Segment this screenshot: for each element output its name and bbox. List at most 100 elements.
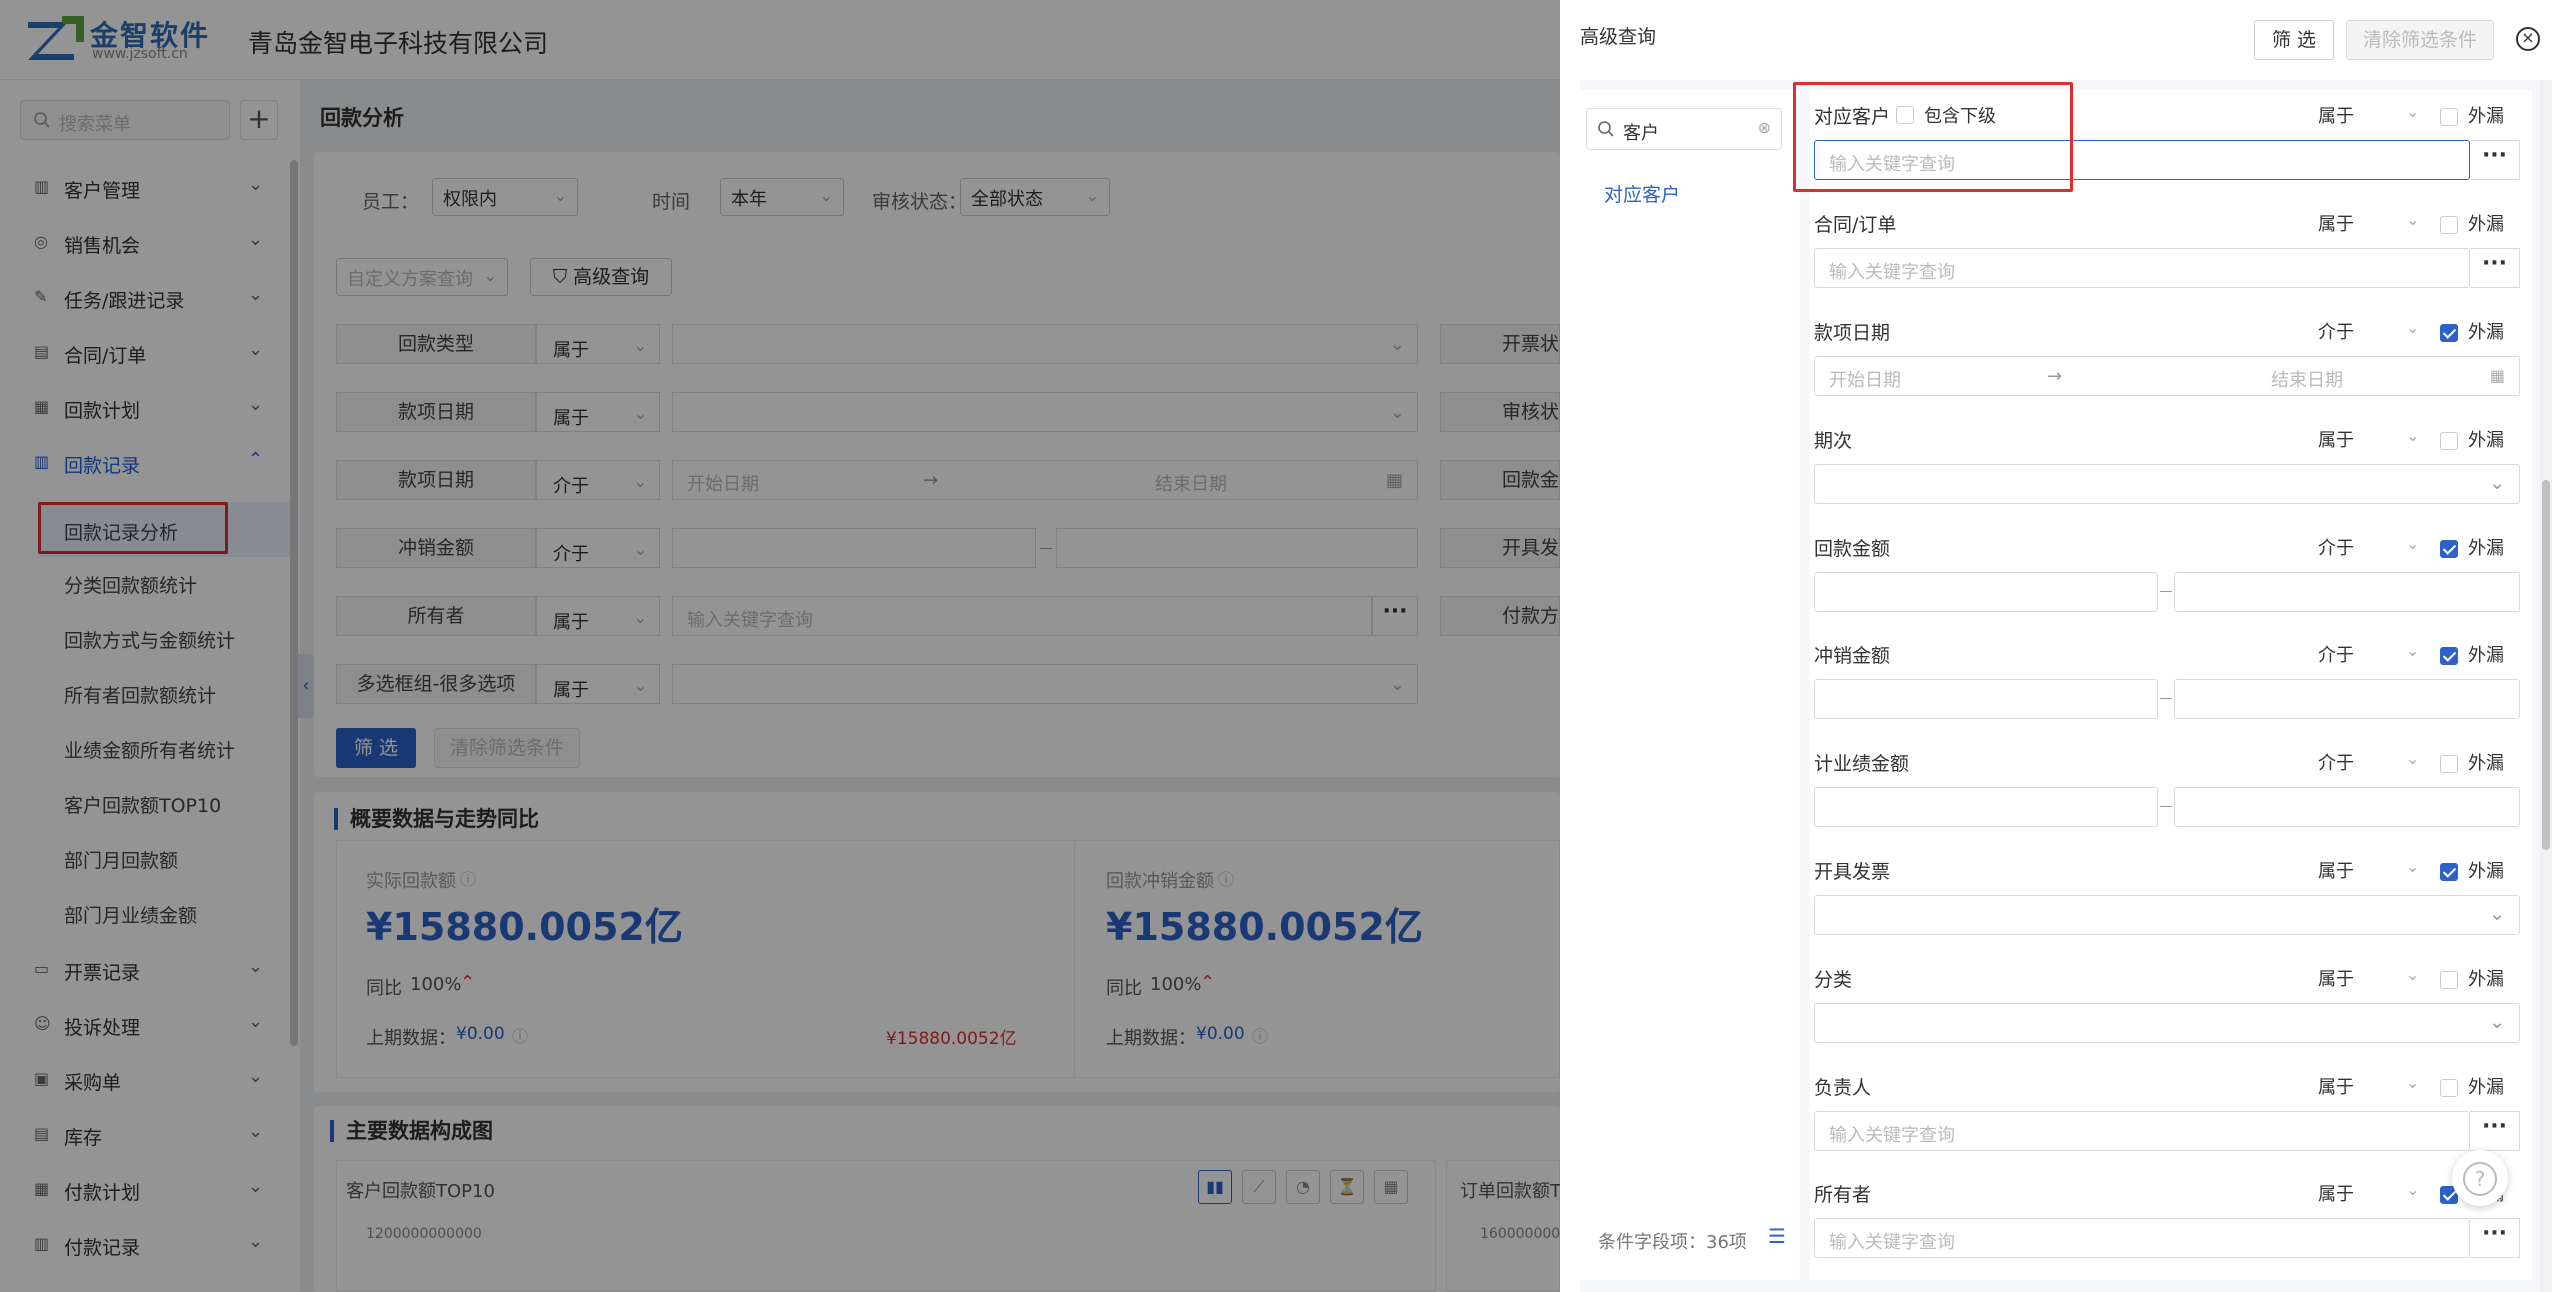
field-owner: 所有者 属于⌄ 外漏 输入关键字查询 ··· <box>1814 1180 2520 1264</box>
field-label: 负责人 <box>1814 1077 1872 1099</box>
field-invoice: 开具发票 属于 ⌄ 外漏 ⌄ <box>1814 857 2520 941</box>
keyword-input[interactable]: 输入关键字查询 <box>1814 248 2470 288</box>
modal-overlay[interactable] <box>0 0 1560 1292</box>
date-range-input[interactable]: 开始日期 → 结束日期 ▦ <box>1814 356 2520 396</box>
expose-checkbox[interactable] <box>2440 971 2458 989</box>
keyword-input[interactable]: 输入关键字查询 <box>1814 1218 2470 1258</box>
more-dots-button[interactable]: ··· <box>2470 140 2520 180</box>
field-label: 合同/订单 <box>1814 214 1897 236</box>
expose-label: 外漏 <box>2468 430 2504 451</box>
range-min-input[interactable] <box>1814 572 2158 612</box>
field-label: 期次 <box>1814 430 1853 452</box>
field-operator[interactable]: 介于 ⌄ <box>2318 749 2419 775</box>
range-min-input[interactable] <box>1814 679 2158 719</box>
chevron-down-icon: ⌄ <box>2406 102 2420 121</box>
expose-checkbox[interactable] <box>2440 647 2458 665</box>
range-max-input[interactable] <box>2174 572 2520 612</box>
search-icon <box>1598 121 1614 137</box>
expose-label: 外漏 <box>2468 106 2504 127</box>
field-payment-amount: 回款金额 介于 ⌄ 外漏 <box>1814 534 2520 618</box>
expose-checkbox[interactable] <box>2440 1079 2458 1097</box>
drawer-header: 高级查询 筛 选 清除筛选条件 × <box>1560 0 2560 80</box>
field-label: 开具发票 <box>1814 861 1891 883</box>
expose-checkbox[interactable] <box>2440 432 2458 450</box>
field-label: 回款金额 <box>1814 538 1891 560</box>
expose-label: 外漏 <box>2468 969 2504 990</box>
field-contract: 合同/订单 属于 ⌄ 外漏 输入关键字查询 ··· <box>1814 210 2520 294</box>
range-min-input[interactable] <box>1814 787 2158 827</box>
range-separator <box>2160 591 2172 592</box>
field-label: 计业绩金额 <box>1814 753 1910 775</box>
field-label: 款项日期 <box>1814 322 1891 344</box>
clear-input-icon[interactable]: ⊗ <box>1758 118 1771 137</box>
invoice-select[interactable]: ⌄ <box>1814 895 2520 935</box>
field-operator[interactable]: 介于 ⌄ <box>2318 318 2419 344</box>
expose-label: 外漏 <box>2468 645 2504 666</box>
chevron-down-icon: ⌄ <box>2489 1011 2505 1033</box>
field-operator[interactable]: 属于 ⌄ <box>2318 857 2419 883</box>
drawer-scrollbar-thumb[interactable] <box>2542 480 2550 850</box>
help-float-button[interactable]: ? <box>2452 1150 2508 1206</box>
expose-checkbox[interactable] <box>2440 324 2458 342</box>
field-operator[interactable]: 属于 ⌄ <box>2318 1073 2419 1099</box>
field-search-input[interactable]: 客户 ⊗ <box>1586 108 1782 150</box>
chevron-down-icon: ⌄ <box>2406 1073 2420 1092</box>
arrow-right-icon: → <box>2047 366 2063 387</box>
expose-label: 外漏 <box>2468 753 2504 774</box>
calendar-icon: ▦ <box>2489 366 2505 385</box>
expose-label: 外漏 <box>2468 1077 2504 1098</box>
chevron-down-icon: ⌄ <box>2406 426 2420 445</box>
field-operator[interactable]: 属于 ⌄ <box>2318 965 2419 991</box>
range-separator <box>2160 698 2172 699</box>
chevron-down-icon: ⌄ <box>2406 857 2420 876</box>
field-result-item[interactable]: 对应客户 <box>1604 180 1680 207</box>
settings-sliders-icon[interactable]: ☰ <box>1768 1224 1786 1248</box>
highlight-box <box>1793 82 2073 192</box>
field-operator[interactable]: 属于 ⌄ <box>2318 210 2419 236</box>
keyword-input[interactable]: 输入关键字查询 <box>1814 1111 2470 1151</box>
field-operator[interactable]: 介于 ⌄ <box>2318 534 2419 560</box>
question-icon: ? <box>2463 1161 2497 1196</box>
range-max-input[interactable] <box>2174 787 2520 827</box>
field-operator[interactable]: 属于 ⌄ <box>2318 426 2419 452</box>
drawer-title: 高级查询 <box>1580 26 1657 48</box>
expose-checkbox[interactable] <box>2440 863 2458 881</box>
field-label: 所有者 <box>1814 1184 1872 1206</box>
field-writeoff-amount: 冲销金额 介于 ⌄ 外漏 <box>1814 641 2520 725</box>
expose-label: 外漏 <box>2468 538 2504 559</box>
field-performance-amount: 计业绩金额 介于 ⌄ 外漏 <box>1814 749 2520 833</box>
close-icon[interactable]: × <box>2516 27 2540 51</box>
field-operator[interactable]: 属于 ⌄ <box>2318 102 2419 128</box>
period-select[interactable]: ⌄ <box>1814 464 2520 504</box>
category-select[interactable]: ⌄ <box>1814 1003 2520 1043</box>
expose-checkbox[interactable] <box>2440 108 2458 126</box>
field-responsible: 负责人 属于 ⌄ 外漏 输入关键字查询 ··· <box>1814 1073 2520 1157</box>
field-payment-date: 款项日期 介于 ⌄ 外漏 开始日期 → 结束日期 ▦ <box>1814 318 2520 402</box>
chevron-down-icon: ⌄ <box>2406 965 2420 984</box>
more-dots-button[interactable]: ··· <box>2470 248 2520 288</box>
chevron-down-icon: ⌄ <box>2406 534 2420 553</box>
more-dots-button[interactable]: ··· <box>2470 1111 2520 1151</box>
range-max-input[interactable] <box>2174 679 2520 719</box>
more-dots-button[interactable]: ··· <box>2470 1218 2520 1258</box>
expose-label: 外漏 <box>2468 322 2504 343</box>
chevron-down-icon: ⌄ <box>2406 749 2420 768</box>
field-operator[interactable]: 属于 ⌄ <box>2318 1180 2419 1206</box>
drawer-clear-button[interactable]: 清除筛选条件 <box>2346 20 2494 60</box>
chevron-down-icon: ⌄ <box>2406 210 2420 229</box>
expose-checkbox[interactable] <box>2440 216 2458 234</box>
chevron-down-icon: ⌄ <box>2406 318 2420 337</box>
chevron-down-icon: ⌄ <box>2406 1180 2420 1199</box>
expose-label: 外漏 <box>2468 861 2504 882</box>
chevron-down-icon: ⌄ <box>2406 641 2420 660</box>
field-count: 条件字段项：36项 <box>1598 1232 1747 1253</box>
expose-label: 外漏 <box>2468 214 2504 235</box>
field-operator[interactable]: 介于 ⌄ <box>2318 641 2419 667</box>
expose-checkbox[interactable] <box>2440 540 2458 558</box>
expose-checkbox[interactable] <box>2440 755 2458 773</box>
field-label: 分类 <box>1814 969 1853 991</box>
drawer-filter-button[interactable]: 筛 选 <box>2254 20 2334 60</box>
field-label: 冲销金额 <box>1814 645 1891 667</box>
field-search-panel: 客户 ⊗ 对应客户 条件字段项：36项 ☰ <box>1580 90 1800 1280</box>
chevron-down-icon: ⌄ <box>2489 472 2505 494</box>
